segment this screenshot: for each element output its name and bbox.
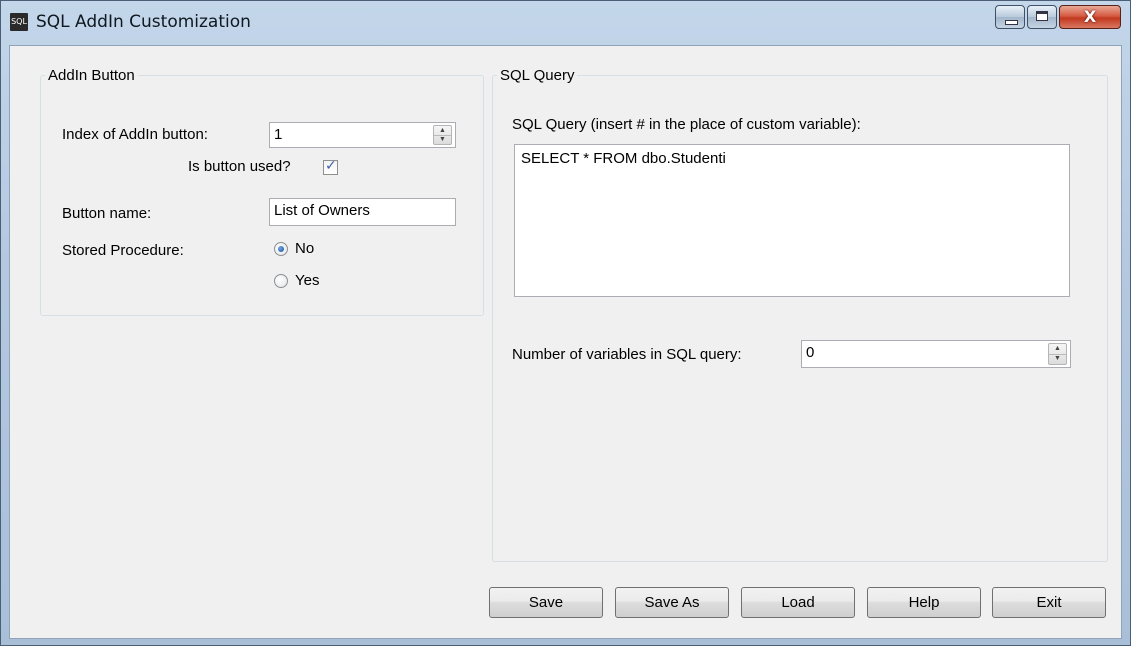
variables-count-value: 0 (806, 344, 815, 361)
save-button[interactable]: Save (489, 587, 603, 618)
title-bar[interactable]: SQL SQL AddIn Customization X (1, 1, 1130, 45)
addin-button-group: AddIn Button Index of AddIn button: 1 ▲ … (40, 67, 484, 316)
spin-down-icon[interactable]: ▼ (434, 135, 451, 144)
button-used-checkbox[interactable]: ✓ (323, 158, 338, 175)
exit-button[interactable]: Exit (992, 587, 1106, 618)
radio-no[interactable] (274, 242, 288, 256)
close-button[interactable]: X (1059, 5, 1121, 29)
index-spin-buttons[interactable]: ▲ ▼ (433, 125, 452, 145)
index-spinner[interactable]: 1 ▲ ▼ (269, 122, 456, 148)
sql-query-group: SQL Query SQL Query (insert # in the pla… (492, 67, 1108, 562)
button-used-label: Is button used? (188, 158, 291, 175)
app-window: SQL SQL AddIn Customization X AddIn Butt… (0, 0, 1131, 646)
button-name-label: Button name: (62, 205, 152, 222)
load-button[interactable]: Load (741, 587, 855, 618)
dialog-client-area: AddIn Button Index of AddIn button: 1 ▲ … (9, 45, 1122, 639)
checkmark-icon: ✓ (325, 158, 337, 174)
sql-app-icon[interactable]: SQL (10, 13, 28, 31)
sql-query-label: SQL Query (insert # in the place of cust… (512, 116, 861, 133)
close-icon: X (1083, 7, 1097, 26)
addin-button-legend: AddIn Button (48, 67, 135, 84)
window-title: SQL AddIn Customization (36, 12, 251, 32)
sql-query-textarea[interactable]: SELECT * FROM dbo.Studenti (514, 144, 1070, 297)
minimize-icon (1005, 20, 1018, 25)
sql-query-legend: SQL Query (500, 67, 575, 84)
variables-count-label: Number of variables in SQL query: (512, 346, 742, 363)
help-button[interactable]: Help (867, 587, 981, 618)
save-as-button[interactable]: Save As (615, 587, 729, 618)
index-value: 1 (274, 126, 283, 143)
maximize-icon (1036, 11, 1048, 21)
variables-count-spinner[interactable]: 0 ▲ ▼ (801, 340, 1071, 368)
stored-procedure-label: Stored Procedure: (62, 242, 184, 259)
radio-yes[interactable] (274, 274, 288, 288)
minimize-button[interactable] (995, 5, 1025, 29)
index-label: Index of AddIn button: (62, 126, 208, 143)
maximize-button[interactable] (1027, 5, 1057, 29)
variables-spin-buttons[interactable]: ▲ ▼ (1048, 343, 1067, 365)
radio-no-label[interactable]: No (295, 240, 314, 257)
radio-selected-icon (278, 246, 284, 252)
button-name-input[interactable]: List of Owners (269, 198, 456, 226)
radio-yes-label[interactable]: Yes (295, 272, 319, 289)
spin-down-icon[interactable]: ▼ (1049, 354, 1066, 364)
